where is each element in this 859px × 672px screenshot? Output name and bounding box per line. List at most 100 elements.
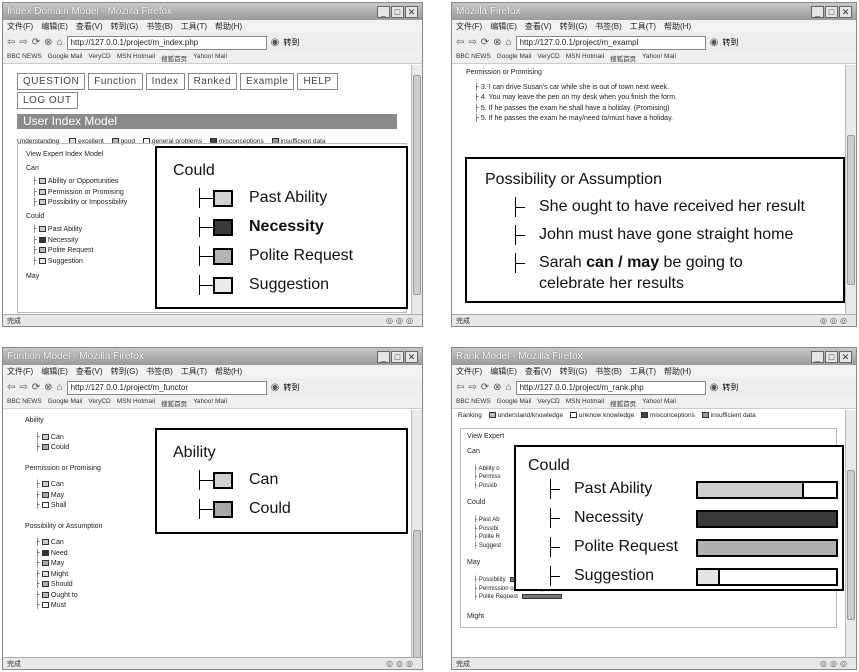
close-icon[interactable]: ✕: [839, 350, 852, 363]
tree-item[interactable]: ├ Can: [35, 538, 389, 549]
minimize-icon[interactable]: _: [377, 5, 390, 18]
menu-help[interactable]: 帮助(H): [664, 21, 691, 32]
bookmark-verycd[interactable]: VeryCD: [88, 398, 110, 407]
stop-icon[interactable]: ⊗: [493, 382, 501, 393]
go-icon[interactable]: ◉: [710, 37, 719, 48]
bookmark-sohu[interactable]: 搜狐首页: [610, 53, 636, 63]
go-icon[interactable]: ◉: [271, 37, 280, 48]
go-icon[interactable]: ◉: [710, 382, 719, 393]
bookmark-gmail[interactable]: Google Mail: [497, 398, 532, 407]
maximize-icon[interactable]: □: [825, 350, 838, 363]
bookmark-sohu[interactable]: 搜狐首页: [161, 53, 187, 63]
index-button[interactable]: Index: [145, 73, 185, 90]
url-bar[interactable]: http://127.0.0.1/project/m_rank.php: [515, 380, 706, 395]
stop-icon[interactable]: ⊗: [44, 382, 52, 393]
url-bar[interactable]: http://127.0.0.1/project/m_functor: [66, 380, 267, 395]
bookmark-sohu[interactable]: 搜狐首页: [610, 398, 636, 408]
home-icon[interactable]: ⌂: [57, 382, 63, 393]
bookmark-gmail[interactable]: Google Mail: [48, 53, 83, 62]
go-button[interactable]: 转到: [283, 37, 299, 48]
menu-bookmarks[interactable]: 书签(B): [595, 21, 622, 32]
reload-icon[interactable]: ⟳: [32, 382, 40, 393]
home-icon[interactable]: ⌂: [506, 37, 512, 48]
menu-tools[interactable]: 工具(T): [181, 366, 207, 377]
scrollbar[interactable]: [845, 410, 856, 657]
menu-view[interactable]: 查看(V): [76, 21, 103, 32]
close-icon[interactable]: ✕: [839, 5, 852, 18]
stop-icon[interactable]: ⊗: [493, 37, 501, 48]
reload-icon[interactable]: ⟳: [481, 37, 489, 48]
bookmark-verycd[interactable]: VeryCD: [537, 53, 559, 62]
go-icon[interactable]: ◉: [271, 382, 280, 393]
forward-icon[interactable]: ⇨: [468, 382, 476, 393]
bookmark-yahoo[interactable]: Yahoo! Mail: [193, 398, 227, 407]
bookmark-bbc[interactable]: BBC NEWS: [456, 53, 491, 62]
tree-item[interactable]: ├ Ought to: [35, 591, 389, 602]
menu-bookmarks[interactable]: 书签(B): [146, 21, 173, 32]
bookmark-gmail[interactable]: Google Mail: [48, 398, 83, 407]
bookmark-verycd[interactable]: VeryCD: [88, 53, 110, 62]
bookmark-hotmail[interactable]: MSN Hotmail: [566, 398, 604, 407]
example-button[interactable]: Example: [240, 73, 295, 90]
tree-item[interactable]: ├ May: [35, 559, 389, 570]
bookmark-bbc[interactable]: BBC NEWS: [456, 398, 491, 407]
reload-icon[interactable]: ⟳: [481, 382, 489, 393]
menu-go[interactable]: 转到(G): [560, 366, 588, 377]
go-button[interactable]: 转到: [722, 37, 738, 48]
help-button[interactable]: HELP: [297, 73, 338, 90]
scrollbar[interactable]: [411, 410, 422, 660]
close-icon[interactable]: ✕: [405, 5, 418, 18]
menu-tools[interactable]: 工具(T): [630, 21, 656, 32]
tree-item[interactable]: ├ Must: [35, 601, 389, 612]
maximize-icon[interactable]: □: [391, 350, 404, 363]
bookmark-verycd[interactable]: VeryCD: [537, 398, 559, 407]
bookmark-yahoo[interactable]: Yahoo! Mail: [193, 53, 227, 62]
minimize-icon[interactable]: _: [377, 350, 390, 363]
menu-file[interactable]: 文件(F): [7, 21, 33, 32]
function-button[interactable]: Function: [88, 73, 143, 90]
menu-go[interactable]: 转到(G): [111, 21, 139, 32]
bookmark-gmail[interactable]: Google Mail: [497, 53, 532, 62]
stop-icon[interactable]: ⊗: [44, 37, 52, 48]
bookmark-yahoo[interactable]: Yahoo! Mail: [642, 53, 676, 62]
back-icon[interactable]: ⇦: [7, 382, 15, 393]
scrollbar[interactable]: [411, 65, 422, 314]
maximize-icon[interactable]: □: [825, 5, 838, 18]
menu-tools[interactable]: 工具(T): [630, 366, 656, 377]
tree-item[interactable]: ├ Need: [35, 549, 389, 560]
logout-button[interactable]: LOG OUT: [17, 92, 78, 109]
menu-edit[interactable]: 编辑(E): [490, 21, 517, 32]
minimize-icon[interactable]: _: [811, 5, 824, 18]
back-icon[interactable]: ⇦: [456, 37, 464, 48]
home-icon[interactable]: ⌂: [57, 37, 63, 48]
menu-tools[interactable]: 工具(T): [181, 21, 207, 32]
back-icon[interactable]: ⇦: [456, 382, 464, 393]
go-button[interactable]: 转到: [283, 382, 299, 393]
question-button[interactable]: QUESTION: [17, 73, 86, 90]
menu-edit[interactable]: 编辑(E): [41, 366, 68, 377]
reload-icon[interactable]: ⟳: [32, 37, 40, 48]
menu-go[interactable]: 转到(G): [560, 21, 588, 32]
bookmark-sohu[interactable]: 搜狐首页: [161, 398, 187, 408]
menu-help[interactable]: 帮助(H): [215, 21, 242, 32]
menu-bookmarks[interactable]: 书签(B): [595, 366, 622, 377]
tree-item[interactable]: ├ Should: [35, 580, 389, 591]
menu-view[interactable]: 查看(V): [525, 21, 552, 32]
close-icon[interactable]: ✕: [405, 350, 418, 363]
go-button[interactable]: 转到: [722, 382, 738, 393]
bookmark-hotmail[interactable]: MSN Hotmail: [117, 398, 155, 407]
bookmark-hotmail[interactable]: MSN Hotmail: [566, 53, 604, 62]
ranked-button[interactable]: Ranked: [187, 73, 238, 90]
bookmark-hotmail[interactable]: MSN Hotmail: [117, 53, 155, 62]
menu-file[interactable]: 文件(F): [7, 366, 33, 377]
bookmark-bbc[interactable]: BBC NEWS: [7, 398, 42, 407]
forward-icon[interactable]: ⇨: [19, 37, 27, 48]
scrollbar[interactable]: [845, 65, 856, 314]
menu-go[interactable]: 转到(G): [111, 366, 139, 377]
tree-item[interactable]: ├ Might: [35, 570, 389, 581]
menu-help[interactable]: 帮助(H): [664, 366, 691, 377]
home-icon[interactable]: ⌂: [506, 382, 512, 393]
menu-view[interactable]: 查看(V): [525, 366, 552, 377]
menu-file[interactable]: 文件(F): [456, 366, 482, 377]
bookmark-bbc[interactable]: BBC NEWS: [7, 53, 42, 62]
